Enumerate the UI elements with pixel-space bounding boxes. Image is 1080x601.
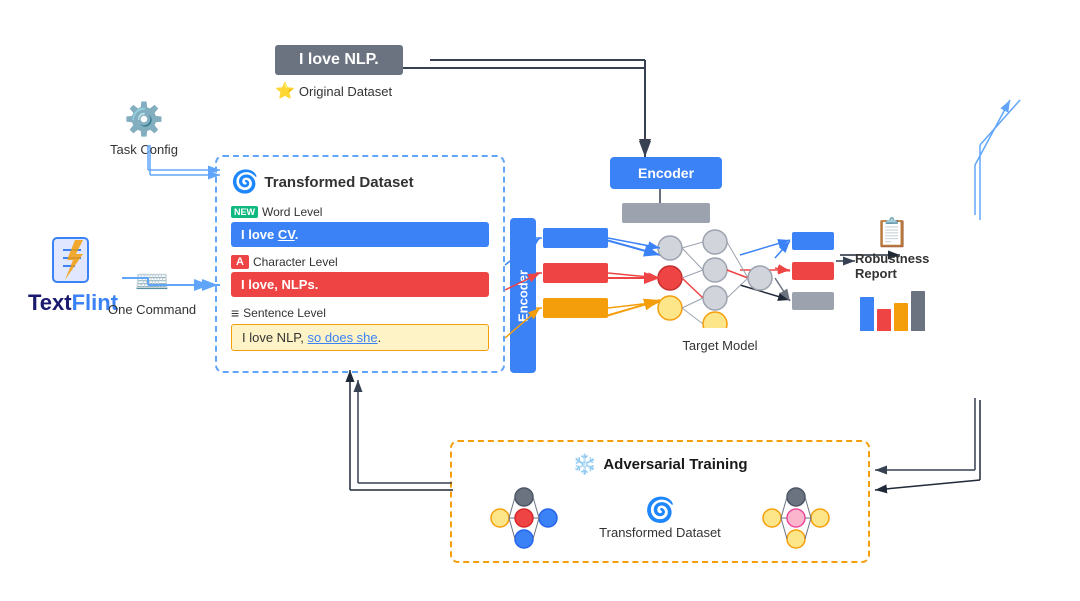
sentence-level-row: ≡ Sentence Level I love NLP, so does she…	[231, 305, 489, 351]
adv-cyclone-icon: 🌀	[645, 496, 675, 525]
chart-bar-yellow	[894, 303, 908, 331]
gray-bar	[622, 203, 710, 223]
gear-icon: ⚙️	[124, 100, 164, 138]
output-bar-gray	[792, 292, 834, 310]
adv-nn-right	[760, 485, 832, 551]
neural-net	[655, 228, 775, 328]
new-badge: NEW	[231, 206, 258, 218]
chart-bar-blue	[860, 297, 874, 331]
input-bar-red	[543, 263, 608, 283]
character-level-row: A Character Level I love, NLPs.	[231, 255, 489, 297]
original-label-text: Original Dataset	[299, 84, 392, 99]
textflint-icon	[43, 230, 103, 290]
transformed-title: 🌀 Transformed Dataset	[231, 169, 489, 195]
transformed-title-text: Transformed Dataset	[264, 174, 413, 191]
transformed-panel: 🌀 Transformed Dataset NEW Word Level I l…	[215, 155, 505, 373]
report-doc-icon: 📋	[875, 216, 910, 249]
adv-dataset-label: Transformed Dataset	[599, 525, 721, 540]
sentence-level-box: I love NLP, so does she.	[231, 324, 489, 351]
word-level-label: NEW Word Level	[231, 205, 489, 219]
character-level-box: I love, NLPs.	[231, 272, 489, 297]
adversarial-panel: ❄️ Adversarial Training 🌀 Transf	[450, 440, 870, 563]
word-level-row: NEW Word Level I love CV.	[231, 205, 489, 247]
logo-text: Text	[28, 290, 72, 315]
cyclone-icon: 🌀	[231, 169, 258, 195]
sentence-level-label: ≡ Sentence Level	[231, 305, 489, 321]
adversarial-title-text: Adversarial Training	[603, 456, 747, 473]
word-level-box: I love CV.	[231, 222, 489, 247]
character-level-text: Character Level	[253, 255, 338, 269]
adv-nn-left	[488, 485, 560, 551]
textflint-label: TextFlint	[28, 290, 118, 316]
star-icon: ⭐	[275, 81, 295, 101]
report-chart	[860, 287, 925, 331]
sentence-level-text: Sentence Level	[243, 306, 326, 320]
chart-bar-gray	[911, 291, 925, 331]
adversarial-content: 🌀 Transformed Dataset	[468, 485, 852, 551]
report-label: Robustness Report	[855, 251, 929, 281]
keyboard-icon: ⌨️	[135, 265, 170, 298]
output-bar-blue	[792, 232, 834, 250]
input-bar-blue	[543, 228, 608, 248]
textflint-logo: TextFlint	[28, 230, 118, 316]
robustness-report: 📋 Robustness Report	[855, 216, 929, 331]
chart-bar-red	[877, 309, 891, 331]
a-badge: A	[231, 255, 249, 269]
output-bar-red	[792, 262, 834, 280]
adversarial-title: ❄️ Adversarial Training	[468, 452, 852, 477]
original-dataset: I love NLP. ⭐ Original Dataset	[275, 45, 403, 101]
snowflake-icon: ❄️	[572, 452, 597, 477]
encoder-left: Encoder	[510, 218, 536, 373]
task-config-label: Task Config	[110, 142, 178, 157]
encoder-left-label: Encoder	[516, 270, 531, 322]
task-config: ⚙️ Task Config	[110, 100, 178, 157]
diagram-container: TextFlint ⚙️ Task Config ⌨️ One Command …	[0, 0, 1080, 601]
target-model-text: Target Model	[682, 338, 757, 353]
adv-cyclone-area: 🌀 Transformed Dataset	[599, 496, 721, 540]
one-command: ⌨️ One Command	[108, 265, 196, 317]
character-level-label: A Character Level	[231, 255, 489, 269]
encoder-top-label: Encoder	[638, 165, 694, 181]
target-model-label: Target Model	[660, 338, 780, 353]
original-dataset-box: I love NLP.	[275, 45, 403, 75]
input-bar-yellow	[543, 298, 608, 318]
original-dataset-label: ⭐ Original Dataset	[275, 81, 392, 101]
encoder-top: Encoder	[610, 157, 722, 189]
lines-badge: ≡	[231, 305, 239, 321]
one-command-label: One Command	[108, 302, 196, 317]
word-level-text: Word Level	[262, 205, 322, 219]
